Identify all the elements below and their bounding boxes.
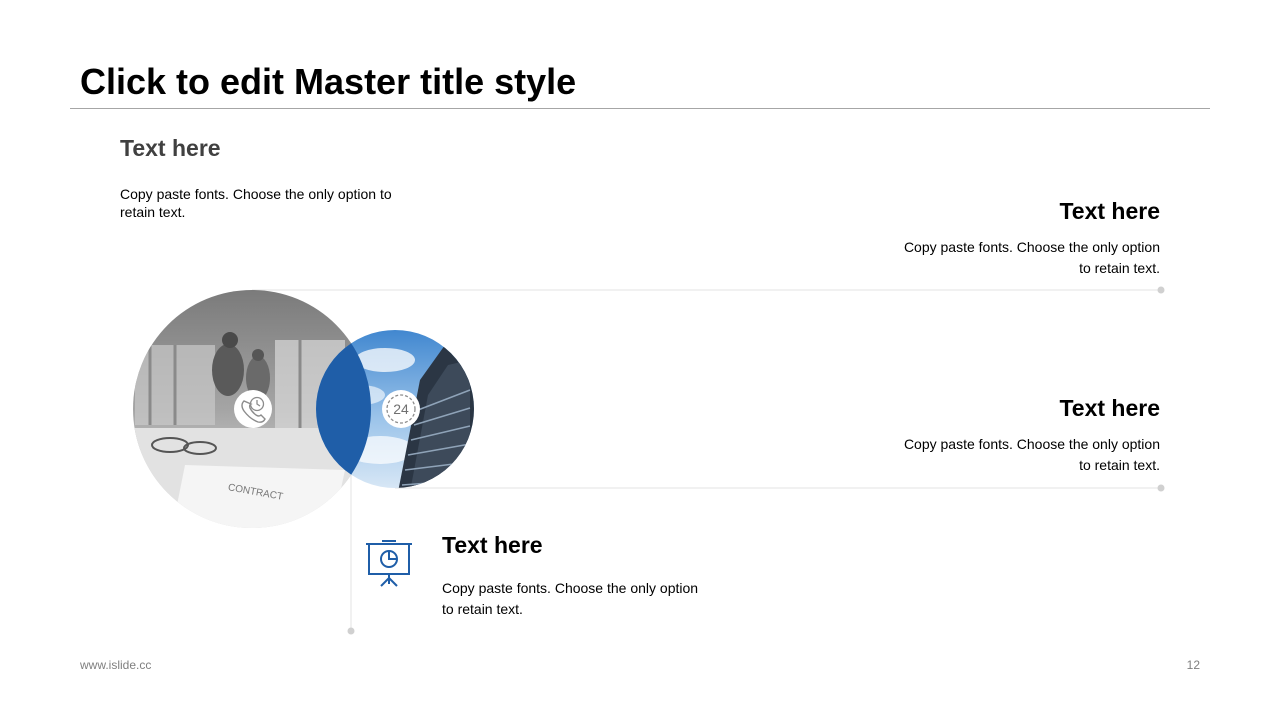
section-text-3[interactable]: Copy paste fonts. Choose the only option…	[900, 434, 1160, 476]
section-heading-1[interactable]: Text here	[120, 134, 221, 162]
section-text-1[interactable]: Copy paste fonts. Choose the only option…	[120, 185, 400, 221]
section-heading-3[interactable]: Text here	[900, 394, 1160, 422]
svg-text:24: 24	[393, 401, 409, 417]
24-hours-icon: 24	[382, 390, 420, 428]
phone-clock-icon	[234, 390, 272, 428]
section-heading-4[interactable]: Text here	[442, 531, 543, 559]
connector-dot-top	[1157, 286, 1165, 294]
section-heading-2[interactable]: Text here	[900, 197, 1160, 225]
section-text-4[interactable]: Copy paste fonts. Choose the only option…	[442, 578, 702, 620]
footer-url: www.islide.cc	[80, 658, 152, 672]
page-number: 12	[1186, 658, 1200, 672]
section-text-2[interactable]: Copy paste fonts. Choose the only option…	[900, 237, 1160, 279]
presentation-board-icon	[366, 540, 412, 587]
connector-dot-middle	[1157, 484, 1165, 492]
connector-dot-bottom	[347, 627, 355, 635]
